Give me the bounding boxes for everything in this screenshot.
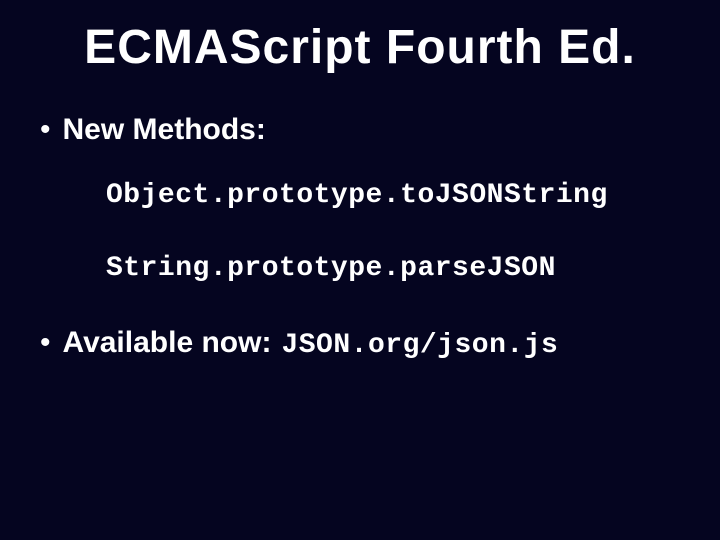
slide: ECMAScript Fourth Ed. • New Methods: Obj… bbox=[0, 0, 720, 540]
bullet-label: New Methods: bbox=[63, 113, 266, 146]
slide-title: ECMAScript Fourth Ed. bbox=[40, 20, 680, 75]
code-method-2: String.prototype.parseJSON bbox=[106, 253, 680, 284]
bullet-available-now: • Available now: JSON.org/json.js bbox=[40, 326, 680, 361]
bullet-dot-icon: • bbox=[40, 115, 51, 145]
code-method-1: Object.prototype.toJSONString bbox=[106, 180, 680, 211]
bullet-new-methods: • New Methods: bbox=[40, 113, 680, 146]
bullet-label: Available now: bbox=[63, 326, 272, 359]
bullet-dot-icon: • bbox=[40, 328, 51, 358]
code-json-org-url: JSON.org/json.js bbox=[281, 330, 558, 361]
